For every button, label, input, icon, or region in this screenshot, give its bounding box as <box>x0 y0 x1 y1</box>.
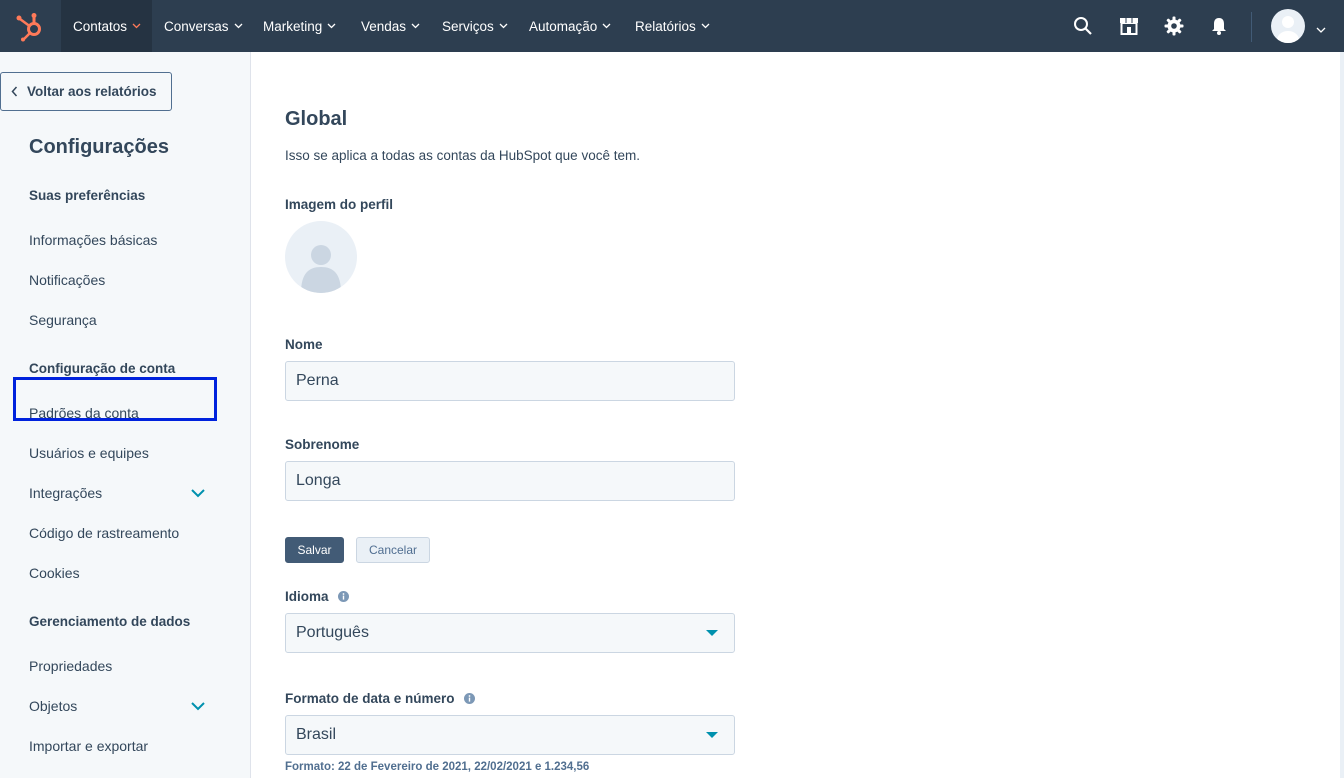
nav-item-vendas[interactable]: Vendas <box>349 0 432 52</box>
sidebar-item-notificacoes[interactable]: Notificações <box>29 272 105 288</box>
sidebar-section-heading: Configuração de conta <box>29 361 176 376</box>
nav-item-automacao[interactable]: Automação <box>517 0 623 52</box>
sidebar-item-codigo-de-rastreamento[interactable]: Código de rastreamento <box>29 525 179 541</box>
back-to-reports-button[interactable]: Voltar aos relatórios <box>0 72 172 111</box>
sidebar-item-usuarios-e-equipes[interactable]: Usuários e equipes <box>29 445 149 461</box>
back-button-label: Voltar aos relatórios <box>27 84 157 99</box>
sidebar-section-heading: Suas preferências <box>29 188 146 203</box>
info-icon[interactable] <box>463 693 475 704</box>
sidebar-item-cookies[interactable]: Cookies <box>29 565 80 581</box>
profile-image[interactable] <box>285 221 357 293</box>
date-format-hint: Formato: 22 de Fevereiro de 2021, 22/02/… <box>285 761 590 773</box>
nav-item-label: Vendas <box>361 18 407 34</box>
sidebar-title: Configurações <box>29 136 170 158</box>
nav-item-conversas[interactable]: Conversas <box>152 0 255 52</box>
nav-item-label: Serviços <box>442 18 494 34</box>
chevron-down-icon <box>602 23 611 29</box>
sidebar-section-heading: Gerenciamento de dados <box>29 614 191 629</box>
sidebar-item-informacoes-basicas[interactable]: Informações básicas <box>29 232 157 248</box>
chevron-down-icon <box>234 23 243 29</box>
chevron-down-icon[interactable] <box>1316 21 1326 39</box>
nav-divider <box>1251 12 1252 42</box>
nav-item-label: Automação <box>529 18 598 34</box>
save-button[interactable]: Salvar <box>285 537 344 563</box>
page-description: Isso se aplica a todas as contas da HubS… <box>285 148 640 163</box>
sidebar-item-seguranca[interactable]: Segurança <box>29 312 97 328</box>
page-title: Global <box>285 108 348 130</box>
nav-item-label: Relatórios <box>635 18 696 34</box>
date-format-select-value: Brasil <box>296 726 337 743</box>
bell-icon[interactable] <box>1207 14 1231 38</box>
sidebar-item-propriedades[interactable]: Propriedades <box>29 658 112 674</box>
chevron-down-icon <box>411 23 420 29</box>
nav-item-label: Conversas <box>164 18 229 34</box>
top-navigation: Contatos Conversas Marketing Vendas Serv… <box>0 0 1344 52</box>
sidebar-item-integracoes[interactable]: Integrações <box>29 485 102 501</box>
info-icon[interactable] <box>337 591 349 602</box>
first-name-label: Nome <box>285 337 323 352</box>
last-name-label: Sobrenome <box>285 437 360 452</box>
date-format-label: Formato de data e número <box>285 691 475 706</box>
chevron-down-icon <box>327 23 336 29</box>
nav-item-marketing[interactable]: Marketing <box>251 0 348 52</box>
chevron-down-icon <box>701 23 710 29</box>
nav-item-label: Marketing <box>263 18 323 34</box>
gear-icon[interactable] <box>1162 14 1186 38</box>
sidebar-item-objetos[interactable]: Objetos <box>29 698 77 714</box>
chevron-down-icon <box>499 23 508 29</box>
chevron-down-icon[interactable] <box>190 698 206 714</box>
hubspot-logo-icon[interactable] <box>12 10 46 42</box>
language-label: Idioma <box>285 589 349 604</box>
caret-down-icon <box>706 630 718 636</box>
sidebar-item-importar-e-exportar[interactable]: Importar e exportar <box>29 738 148 754</box>
nav-item-contatos[interactable]: Contatos <box>61 0 152 52</box>
chevron-down-icon[interactable] <box>190 485 206 501</box>
nav-item-servicos[interactable]: Serviços <box>430 0 520 52</box>
highlight-box <box>13 377 217 421</box>
search-icon[interactable] <box>1071 14 1095 38</box>
language-select-value: Português <box>296 624 369 641</box>
date-format-select[interactable]: Brasil <box>285 715 735 755</box>
language-select[interactable]: Português <box>285 613 735 653</box>
marketplace-icon[interactable] <box>1117 14 1141 38</box>
chevron-down-icon <box>132 23 141 29</box>
last-name-input[interactable] <box>285 461 735 501</box>
first-name-input[interactable] <box>285 361 735 401</box>
date-format-label-text: Formato de data e número <box>285 691 455 706</box>
caret-down-icon <box>706 732 718 738</box>
profile-image-label: Imagem do perfil <box>285 197 394 212</box>
cancel-button[interactable]: Cancelar <box>356 537 430 563</box>
avatar[interactable] <box>1271 9 1305 43</box>
chevron-left-icon <box>11 86 18 97</box>
language-label-text: Idioma <box>285 589 329 604</box>
scrollbar[interactable] <box>1340 52 1344 778</box>
nav-item-relatorios[interactable]: Relatórios <box>623 0 722 52</box>
nav-item-label: Contatos <box>73 18 128 34</box>
